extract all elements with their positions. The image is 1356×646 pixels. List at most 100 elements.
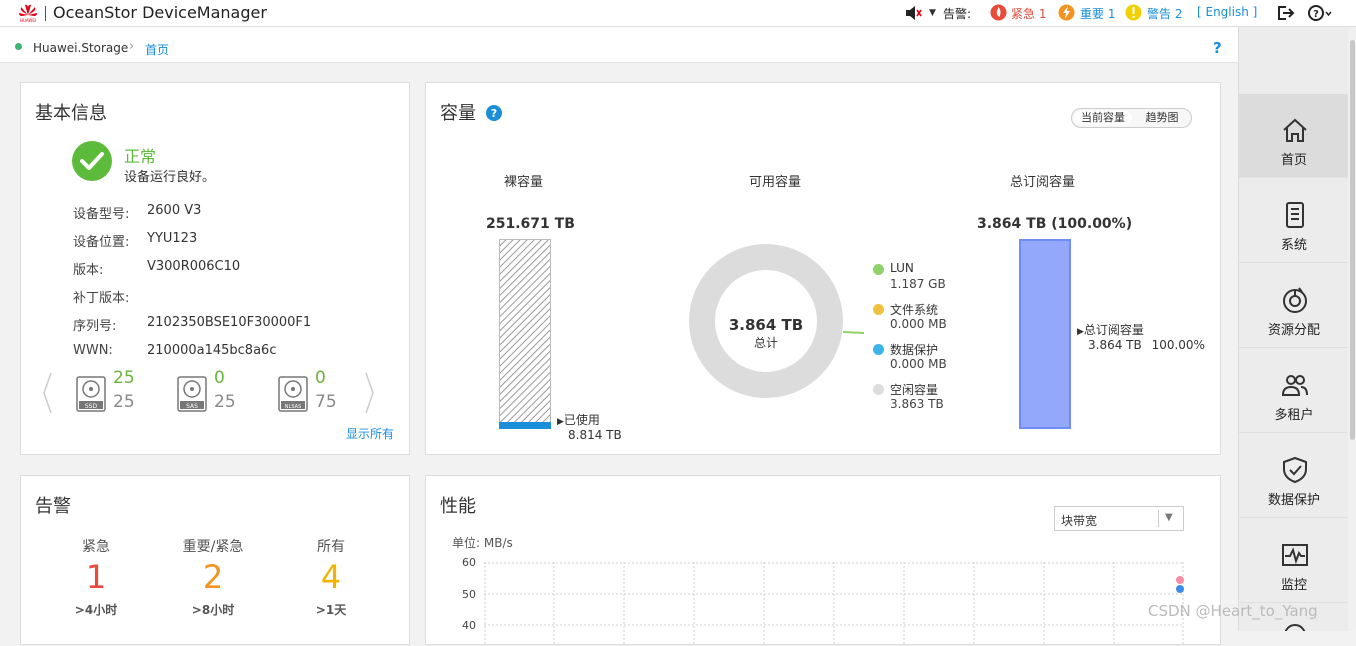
home-icon [1283, 118, 1307, 142]
mute-icon[interactable] [904, 5, 922, 21]
raw-capacity-bar [499, 239, 551, 429]
capacity-title: 容量 [440, 103, 476, 124]
tab-trend[interactable]: 趋势图 [1134, 111, 1190, 125]
alarm-critical-age: >4小时 [74, 603, 118, 617]
subscribed-percent: 100.00% [1151, 338, 1205, 352]
alarm-major-count[interactable]: 2 [173, 558, 253, 596]
sas-disk-icon: SAS [177, 376, 207, 412]
metric-select[interactable]: 块带宽 ▼ [1054, 506, 1184, 531]
top-bar: HUAWEI OceanStor DeviceManager ▼ 告警: 紧急 … [0, 0, 1356, 27]
series-pink-point [1176, 576, 1184, 584]
sas-top-count: 0 [214, 368, 225, 388]
breadcrumb-current: 首页 [145, 43, 170, 57]
watermark: CSDN @Heart_to_Yang [1148, 602, 1318, 620]
show-all-link[interactable]: 显示所有 [346, 425, 394, 442]
legend-free-value: 3.863 TB [890, 397, 944, 411]
critical-alarm-icon [990, 4, 1007, 21]
capacity-help-icon[interactable]: ? [486, 105, 502, 121]
breadcrumb-device[interactable]: Huawei.Storage [33, 41, 128, 55]
capacity-card: 容量 ? 当前容量 趋势图 裸容量 251.671 TB ▶已使用 8.814 … [425, 82, 1221, 455]
sidebar-item-protection[interactable]: 数据保护 [1239, 434, 1349, 518]
subscribed-capacity-total: 3.864 TB (100.00%) [977, 216, 1133, 232]
alarm-all-count[interactable]: 4 [301, 558, 361, 596]
app-title: OceanStor DeviceManager [53, 3, 267, 22]
legend-filesystem-name: 文件系统 [890, 303, 939, 317]
sidebar-item-resource[interactable]: 资源分配 [1239, 264, 1349, 348]
main-content: 基本信息 正常 设备运行良好。 设备型号: 2600 V3 设备位置: YYU1… [0, 63, 1238, 646]
nlsas-type-label: NLSAS [285, 404, 301, 410]
alarm-label: 告警: [943, 7, 972, 21]
language-switch[interactable]: [ English ] [1197, 5, 1257, 19]
sidebar-label-protection: 数据保护 [1267, 493, 1320, 508]
performance-unit: 单位: MB/s [452, 536, 513, 550]
chevron-left-icon[interactable] [41, 371, 53, 415]
scrollbar-thumb[interactable] [1350, 40, 1355, 440]
chevron-right-icon[interactable] [364, 371, 376, 415]
warning-alarm-link[interactable]: 警告 2 [1147, 5, 1182, 22]
sidebar-item-tenant[interactable]: 多租户 [1239, 349, 1349, 433]
tab-current-capacity[interactable]: 当前容量 [1074, 111, 1132, 125]
lun-segment-leader [842, 331, 865, 334]
subscribed-capacity-title: 总订阅容量 [1010, 175, 1076, 190]
device-status-dot [15, 43, 22, 50]
subscribed-capacity-bar [1019, 239, 1071, 429]
help-menu-icon[interactable]: ? [1308, 4, 1332, 22]
model-label: 设备型号: [73, 207, 130, 222]
basic-info-card: 基本信息 正常 设备运行良好。 设备型号: 2600 V3 设备位置: YYU1… [20, 82, 410, 455]
y-tick-60: 60 [462, 556, 476, 569]
performance-title: 性能 [440, 496, 476, 517]
sidebar-label-resource: 资源分配 [1267, 323, 1320, 338]
legend-free-name: 空闲容量 [890, 383, 939, 397]
subscribed-annotation: ▶总订阅容量 3.864 TB 100.00% [1077, 324, 1205, 352]
location-label: 设备位置: [73, 235, 130, 250]
logout-icon[interactable] [1277, 5, 1295, 21]
svg-text:?: ? [1313, 9, 1319, 20]
page-help-icon[interactable]: ? [1213, 39, 1222, 57]
alarm-all-age: >1天 [315, 603, 347, 617]
nlsas-disk-icon: NLSAS [278, 376, 308, 412]
wwn-label: WWN: [73, 343, 113, 358]
subscribed-arrow-icon: ▶ [1077, 327, 1084, 337]
location-value: YYU123 [147, 231, 198, 246]
warning-alarm-icon [1125, 4, 1142, 21]
performance-chart-grid [484, 562, 1184, 646]
status-ok-icon [72, 141, 112, 181]
legend-lun-name: LUN [890, 261, 914, 275]
patch-version-label: 补丁版本: [73, 291, 130, 306]
settings-icon-partial[interactable] [1281, 621, 1309, 631]
sidebar-label-home: 首页 [1280, 153, 1307, 168]
capacity-tab-group: 当前容量 趋势图 [1071, 108, 1192, 128]
raw-used-value: 8.814 TB [568, 428, 622, 442]
status-text: 正常 [124, 147, 157, 166]
critical-alarm-link[interactable]: 紧急 1 [1011, 5, 1046, 22]
alarm-critical-count[interactable]: 1 [61, 558, 131, 596]
tenant-icon [1281, 375, 1308, 396]
version-label: 版本: [73, 263, 104, 278]
version-value: V300R006C10 [147, 259, 241, 274]
sidebar-label-tenant: 多租户 [1274, 408, 1314, 423]
sidebar-item-home[interactable]: 首页 [1239, 94, 1349, 178]
breadcrumb: Huawei.Storage › 首页 ? [0, 27, 1238, 63]
raw-used-annotation: ▶已使用 8.814 TB [557, 414, 622, 442]
sidebar-item-monitor[interactable]: 监控 [1239, 519, 1349, 603]
alarm-major-label: 重要/紧急 [182, 539, 244, 555]
model-value: 2600 V3 [147, 203, 202, 218]
sidebar-item-system[interactable]: 系统 [1239, 179, 1349, 263]
raw-capacity-total: 251.671 TB [486, 216, 575, 232]
legend-protection-name: 数据保护 [890, 343, 939, 357]
performance-card: 性能 块带宽 ▼ 单位: MB/s 60 50 40 [425, 475, 1221, 646]
major-alarm-link[interactable]: 重要 1 [1080, 5, 1115, 22]
sas-type-label: SAS [186, 403, 198, 410]
serial-label: 序列号: [73, 319, 117, 334]
select-divider [1158, 510, 1159, 527]
subscribed-value: 3.864 TB [1088, 338, 1142, 352]
chevron-down-icon: ▼ [1165, 512, 1173, 523]
alarm-title: 告警 [35, 496, 71, 517]
alarm-all-label: 所有 [317, 539, 345, 555]
alarm-card: 告警 紧急 1 >4小时 重要/紧急 2 >8小时 所有 4 >1天 [20, 475, 410, 645]
mute-dropdown-icon[interactable]: ▼ [929, 8, 936, 18]
svg-text:?: ? [491, 107, 497, 120]
legend-protection-dot [873, 344, 884, 355]
ssd-top-count: 25 [113, 368, 135, 388]
metric-select-value: 块带宽 [1061, 514, 1098, 528]
